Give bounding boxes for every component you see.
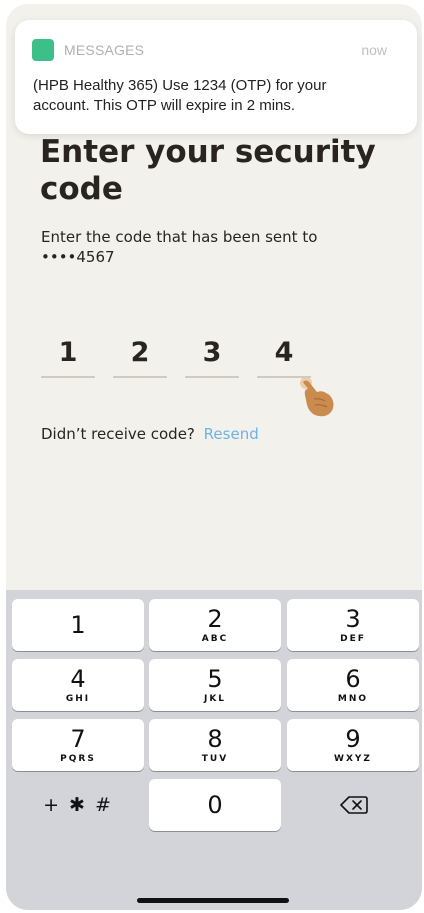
- key-3[interactable]: 3 DEF: [287, 599, 419, 651]
- key-7-digit: 7: [70, 725, 86, 753]
- key-8-digit: 8: [207, 725, 223, 753]
- sms-notification-banner[interactable]: MESSAGES now (HPB Healthy 365) Use 1234 …: [15, 20, 417, 134]
- key-5[interactable]: 5 JKL: [149, 659, 281, 711]
- messages-app-icon: [32, 39, 54, 61]
- key-symbols-label: + ✱ #: [43, 794, 113, 816]
- resend-prompt: Didn’t receive code?: [41, 425, 195, 443]
- otp-input-row: 1 2 3 4: [41, 334, 321, 382]
- phone-screen: MESSAGES now (HPB Healthy 365) Use 1234 …: [6, 4, 422, 910]
- otp-digit-3[interactable]: 3: [185, 334, 239, 378]
- key-7[interactable]: 7 PQRS: [12, 719, 144, 771]
- key-8[interactable]: 8 TUV: [149, 719, 281, 771]
- hand-pointer-icon: [300, 377, 334, 417]
- page-title: Enter your security code: [40, 134, 376, 207]
- notification-body: (HPB Healthy 365) Use 1234 (OTP) for you…: [33, 77, 327, 114]
- otp-digit-4[interactable]: 4: [257, 334, 311, 378]
- key-9[interactable]: 9 WXYZ: [287, 719, 419, 771]
- key-2-letters: ABC: [201, 634, 229, 644]
- notification-app-name: MESSAGES: [64, 42, 145, 58]
- instruction-text: Enter the code that has been sent to •••…: [41, 228, 318, 266]
- numeric-keypad: 1 2 ABC 3 DEF 4 GHI 5 JKL 6 MNO 7 PQRS 8: [6, 590, 422, 910]
- notification-time: now: [361, 42, 387, 58]
- key-2[interactable]: 2 ABC: [149, 599, 281, 651]
- resend-row: Didn’t receive code? Resend: [41, 425, 259, 443]
- key-8-letters: TUV: [201, 754, 229, 764]
- key-5-digit: 5: [207, 665, 223, 693]
- delete-key[interactable]: [287, 779, 419, 831]
- key-1-digit: 1: [70, 611, 86, 639]
- key-6[interactable]: 6 MNO: [287, 659, 419, 711]
- backspace-icon: [340, 796, 368, 814]
- key-6-letters: MNO: [337, 694, 369, 704]
- key-9-digit: 9: [345, 725, 361, 753]
- key-4[interactable]: 4 GHI: [12, 659, 144, 711]
- otp-digit-2[interactable]: 2: [113, 334, 167, 378]
- key-1[interactable]: 1: [12, 599, 144, 651]
- resend-link[interactable]: Resend: [204, 425, 259, 443]
- key-3-letters: DEF: [340, 634, 366, 644]
- key-0[interactable]: 0: [149, 779, 281, 831]
- key-6-digit: 6: [345, 665, 361, 693]
- key-4-letters: GHI: [65, 694, 91, 704]
- key-symbols[interactable]: + ✱ #: [12, 779, 144, 831]
- key-2-digit: 2: [207, 605, 223, 633]
- key-4-digit: 4: [70, 665, 86, 693]
- key-9-letters: WXYZ: [334, 754, 372, 764]
- key-3-digit: 3: [345, 605, 361, 633]
- home-indicator[interactable]: [137, 898, 289, 903]
- key-7-letters: PQRS: [60, 754, 96, 764]
- key-5-letters: JKL: [203, 694, 227, 704]
- otp-digit-1[interactable]: 1: [41, 334, 95, 378]
- key-0-digit: 0: [207, 791, 223, 819]
